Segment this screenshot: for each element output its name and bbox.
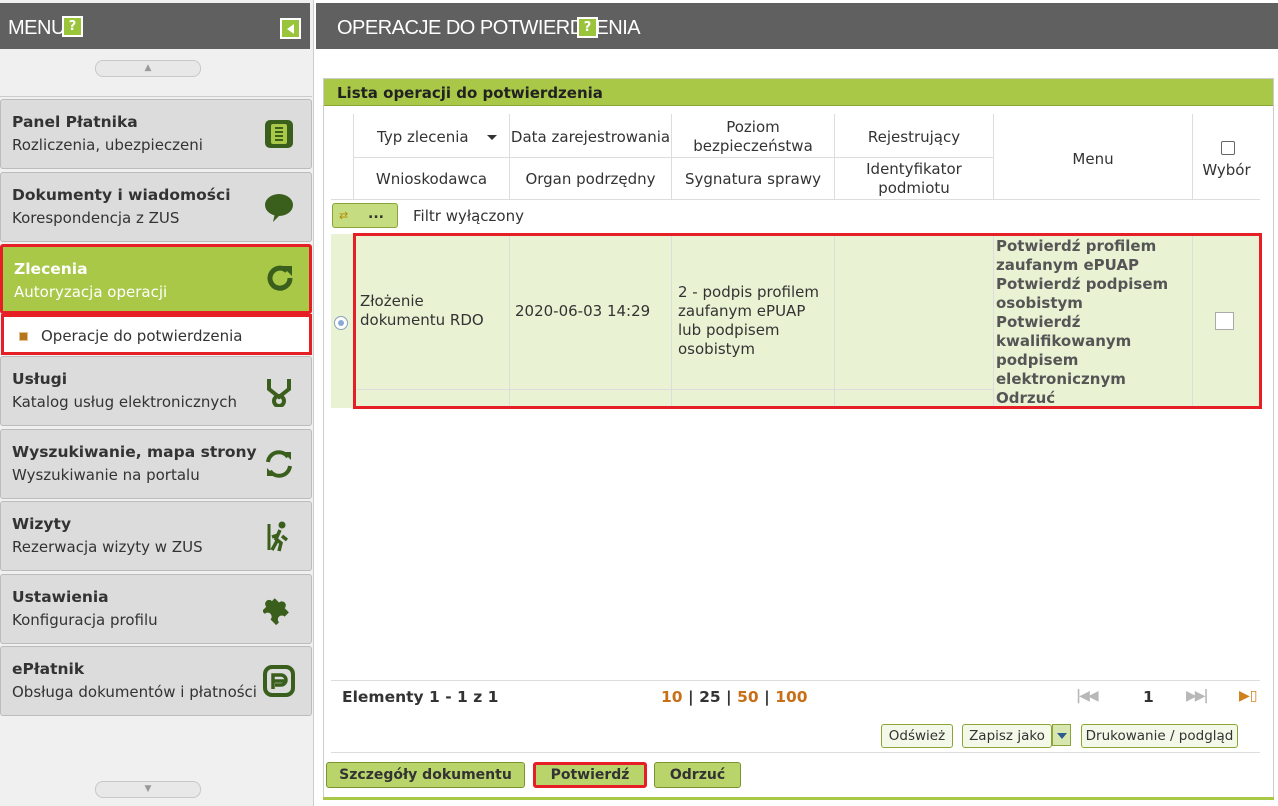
column-header-applicant[interactable]: Wnioskodawca [354,160,509,198]
scroll-up-button[interactable]: ▲ [95,60,201,77]
page-size-selector: 10 | 25 | 50 | 100 [661,688,808,706]
sidebar-item-subtitle: Katalog usług elektronicznych [12,393,237,411]
page-size-option[interactable]: 100 [775,688,807,706]
sidebar-item-subtitle: Autoryzacja operacji [14,283,168,301]
sidebar-item-subtitle: Wyszukiwanie na portalu [12,466,200,484]
column-header-type[interactable]: Typ zlecenia [354,118,486,156]
page-size-option[interactable]: 10 [661,688,683,706]
column-header-subordinate[interactable]: Organ podrzędny [510,160,671,198]
sidebar-item-subtitle: Korespondencja z ZUS [12,209,180,227]
sidebar-item-dokumenty[interactable]: Dokumenty i wiadomości Korespondencja z … [0,172,312,242]
scroll-down-button[interactable]: ▼ [95,781,201,798]
sidebar-item-subtitle: Rozliczenia, ubezpieczeni [12,136,203,154]
branch-icon [267,379,291,407]
menu-link-reject[interactable]: Odrzuć [996,389,1186,408]
column-header-date[interactable]: Data zarejestrowania [510,117,671,157]
divider [331,680,1260,681]
filter-icon: ⇄ [339,209,349,222]
save-as-button[interactable]: Zapisz jako [962,724,1052,748]
sidebar-item-title: ePłatnik [12,660,85,678]
sidebar-item-title: Usługi [12,370,68,388]
sidebar-item-title: Zlecenia [14,260,88,278]
sidebar-item-title: Panel Płatnika [12,113,138,131]
reject-button[interactable]: Odrzuć [654,762,741,788]
divider [331,199,1260,200]
filter-status: Filtr wyłączony [413,207,524,225]
divider [1192,114,1193,200]
walking-person-icon [267,521,289,552]
current-page: 1 [1143,688,1154,706]
cell-security: 2 - podpis profilem zaufanym ePUAP lub p… [678,283,819,358]
document-details-button[interactable]: Szczegóły dokumentu [326,762,525,788]
page-size-current: 25 [699,688,721,706]
next-page-icon[interactable]: ▶▶| [1186,688,1209,704]
menu-link-confirm-personal[interactable]: Potwierdź podpisem osobistym [996,275,1186,313]
divider [331,752,1260,753]
page-size-option[interactable]: 50 [737,688,759,706]
sidebar-subitem-operacje[interactable]: Operacje do potwierdzenia [1,314,312,355]
refresh-button[interactable]: Odśwież [881,724,953,748]
last-page-icon[interactable]: ▶▯ [1239,688,1257,704]
separator: | [764,688,770,706]
sidebar-item-panel-platnika[interactable]: Panel Płatnika Rozliczenia, ubezpieczeni [0,99,312,169]
sidebar-item-zlecenia[interactable]: Zlecenia Autoryzacja operacji [0,244,312,314]
sidebar-header: MENU ? [0,3,310,49]
sort-dropdown-icon[interactable] [487,135,497,140]
menu-link-confirm-qualified[interactable]: Potwierdź kwalifikowanym podpisem elektr… [996,313,1186,389]
bullet-icon [19,332,28,341]
column-header-entity-id[interactable]: Identyfikator podmiotu [835,160,993,198]
sidebar-item-subtitle: Obsługa dokumentów i płatności [12,683,257,701]
sidebar: MENU ? ▲ Panel Płatnika Rozliczenia, ube… [0,0,314,806]
menu-link-confirm-epuap[interactable]: Potwierdź profilem zaufanym ePUAP [996,237,1186,275]
separator: | [726,688,732,706]
column-header-signature[interactable]: Sygnatura sprawy [672,160,834,198]
ledger-icon [265,120,293,148]
filter-button-label: ... [368,206,384,222]
panel-footer-bar [323,797,1274,800]
sidebar-item-uslugi[interactable]: Usługi Katalog usług elektronicznych [0,356,312,426]
cell-date: 2020-06-03 14:29 [515,302,651,320]
confirm-button[interactable]: Potwierdź [533,762,647,788]
column-header-select: Wybór [1202,160,1251,179]
panel-title: Lista operacji do potwierdzenia [337,84,603,102]
sidebar-item-title: Dokumenty i wiadomości [12,186,231,204]
panel-header: Lista operacji do potwierdzenia [324,79,1273,106]
print-preview-button[interactable]: Drukowanie / podgląd [1081,724,1238,748]
row-select-checkbox[interactable] [1215,312,1234,330]
divider [0,96,312,97]
sidebar-item-wyszukiwanie[interactable]: Wyszukiwanie, mapa strony Wyszukiwanie n… [0,429,312,499]
eplatnik-logo-icon [263,665,295,697]
chevron-down-icon[interactable] [1052,724,1071,746]
puzzle-icon [263,598,289,625]
column-header-registrant[interactable]: Rejestrujący [835,117,993,157]
row-menu: Potwierdź profilem zaufanym ePUAP Potwie… [996,237,1186,408]
column-header-security[interactable]: Poziom bezpieczeństwa [672,117,834,157]
sidebar-item-title: Wyszukiwanie, mapa strony [12,443,257,461]
speech-bubble-icon [265,194,293,222]
row-radio[interactable] [334,316,348,330]
column-header-menu: Menu [1072,149,1114,168]
sidebar-item-subtitle: Konfiguracja profilu [12,611,158,629]
refresh-arrow-icon [267,265,293,291]
sidebar-item-ustawienia[interactable]: Ustawienia Konfiguracja profilu [0,574,312,644]
cell-type: Złożenie dokumentu RDO [360,292,484,329]
divider [353,157,993,158]
main-header: OPERACJE DO POTWIERDZENIA ? [316,3,1278,49]
first-page-icon[interactable]: |◀◀ [1076,688,1099,704]
help-icon[interactable]: ? [62,16,83,37]
help-icon[interactable]: ? [577,17,598,38]
sidebar-item-title: Ustawienia [12,588,109,606]
elements-count: Elementy 1 - 1 z 1 [342,688,499,706]
sidebar-subitem-label: Operacje do potwierdzenia [41,327,243,345]
sidebar-item-subtitle: Rezerwacja wizyty w ZUS [12,538,203,556]
sidebar-item-title: Wizyty [12,515,72,533]
collapse-sidebar-icon[interactable] [280,18,301,39]
sidebar-item-eplatnik[interactable]: ePłatnik Obsługa dokumentów i płatności [0,646,312,716]
filter-button[interactable]: ⇄ ... [332,203,398,228]
sidebar-item-wizyty[interactable]: Wizyty Rezerwacja wizyty w ZUS [0,501,312,571]
select-all-checkbox[interactable] [1221,141,1235,155]
sidebar-title: MENU [8,17,65,39]
sync-icon [266,450,292,478]
separator: | [687,688,694,706]
